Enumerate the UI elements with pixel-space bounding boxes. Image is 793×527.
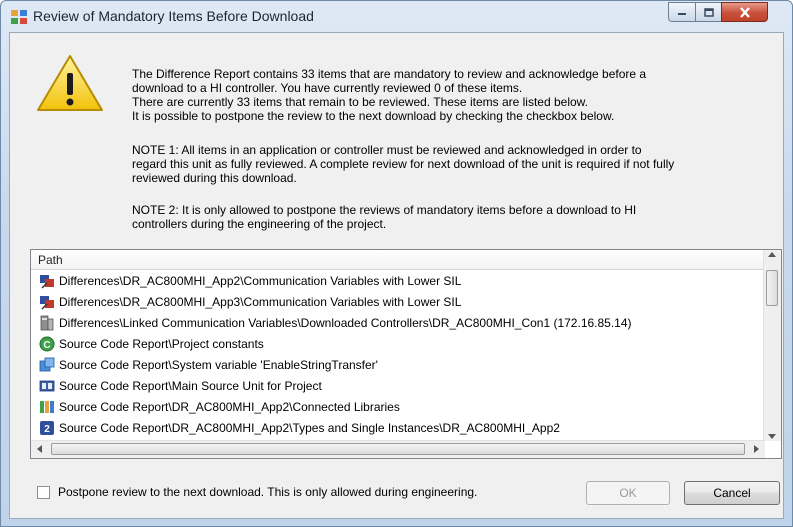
- minimize-button[interactable]: [668, 2, 696, 22]
- svg-text:2: 2: [44, 424, 50, 435]
- horizontal-scrollbar[interactable]: [31, 440, 765, 458]
- minimize-icon: [678, 13, 686, 15]
- checkbox-label: Postpone review to the next download. Th…: [58, 485, 478, 499]
- dialog-window: Review of Mandatory Items Before Downloa…: [0, 0, 793, 527]
- note-1: NOTE 1: All items in an application or c…: [132, 143, 675, 185]
- cancel-button[interactable]: Cancel: [684, 481, 780, 505]
- source-unit-icon: [39, 380, 55, 391]
- message-paragraph: The Difference Report contains 33 items …: [132, 67, 647, 123]
- list-item[interactable]: Source Code Report\Main Source Unit for …: [31, 375, 765, 396]
- difference-icon: [40, 274, 54, 289]
- constants-icon: C: [39, 336, 55, 351]
- difference-icon: [40, 295, 54, 310]
- ok-button[interactable]: OK: [586, 481, 670, 505]
- scroll-right-icon[interactable]: [754, 445, 759, 453]
- maximize-button[interactable]: [695, 2, 722, 22]
- column-header-path[interactable]: Path: [31, 250, 765, 270]
- scroll-left-icon[interactable]: [37, 445, 42, 453]
- mandatory-items-list[interactable]: Path Differences\DR_AC800MHI_App2\Commun…: [30, 249, 782, 459]
- postpone-review-checkbox[interactable]: Postpone review to the next download. Th…: [37, 485, 477, 499]
- window-title: Review of Mandatory Items Before Downloa…: [33, 8, 314, 24]
- checkbox-box[interactable]: [37, 485, 50, 499]
- list-item[interactable]: Differences\Linked Communication Variabl…: [31, 312, 765, 333]
- list-item[interactable]: Source Code Report\DR_AC800MHI_App2\Conn…: [31, 396, 765, 417]
- maximize-icon: [703, 7, 714, 17]
- libraries-icon: [40, 400, 54, 413]
- title-bar[interactable]: Review of Mandatory Items Before Downloa…: [1, 1, 792, 31]
- note-2: NOTE 2: It is only allowed to postpone t…: [132, 203, 637, 231]
- list-item[interactable]: Differences\DR_AC800MHI_App2\Communicati…: [31, 270, 765, 291]
- svg-text:C: C: [43, 340, 50, 351]
- system-variable-icon: [39, 357, 55, 371]
- scroll-down-icon[interactable]: [768, 434, 776, 439]
- types-icon: 2: [40, 420, 54, 435]
- vertical-scroll-thumb[interactable]: [766, 270, 778, 306]
- vertical-scrollbar[interactable]: [763, 250, 781, 441]
- list-item[interactable]: Source Code Report\System variable 'Enab…: [31, 354, 765, 375]
- list-item[interactable]: 2 Source Code Report\DR_AC800MHI_App2\Ty…: [31, 417, 765, 438]
- list-item[interactable]: Differences\DR_AC800MHI_App3\Communicati…: [31, 291, 765, 312]
- horizontal-scroll-thumb[interactable]: [51, 443, 745, 455]
- warning-icon: [37, 55, 103, 111]
- app-icon: [11, 10, 27, 24]
- linked-variables-icon: [40, 315, 54, 330]
- close-button[interactable]: [721, 2, 768, 22]
- close-icon: [739, 6, 750, 18]
- list-item[interactable]: C Source Code Report\Project constants: [31, 333, 765, 354]
- scroll-up-icon[interactable]: [768, 252, 776, 257]
